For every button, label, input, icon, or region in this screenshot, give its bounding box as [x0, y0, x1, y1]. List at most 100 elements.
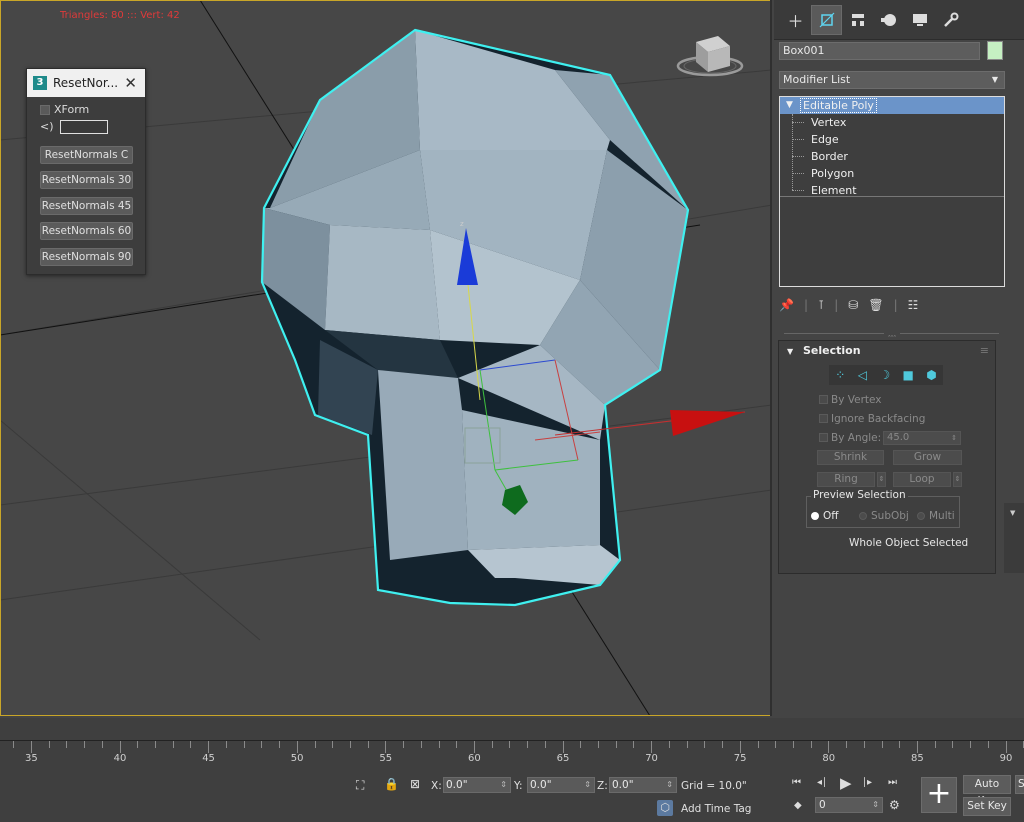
- play-icon[interactable]: ▶: [840, 774, 852, 792]
- selection-rollout-header[interactable]: ▼ Selection ≡: [779, 341, 995, 361]
- key-mode-icon[interactable]: ◆: [794, 800, 802, 811]
- make-unique-icon[interactable]: ⛁: [848, 298, 858, 312]
- add-time-tag[interactable]: Add Time Tag: [681, 803, 751, 815]
- edge-mode-icon[interactable]: ◁: [858, 368, 867, 382]
- grip-icon: ≡: [979, 344, 989, 357]
- go-to-end-icon[interactable]: ⏭: [888, 777, 897, 788]
- pin-stack-icon[interactable]: 📌: [779, 298, 794, 312]
- preview-multi-option[interactable]: Multi: [917, 510, 955, 522]
- ignore-backfacing-label: Ignore Backfacing: [831, 413, 926, 425]
- object-color-swatch[interactable]: [987, 41, 1003, 60]
- loop-spinner-icon[interactable]: ⇕: [953, 472, 962, 487]
- ignore-backfacing-option[interactable]: Ignore Backfacing: [819, 413, 925, 425]
- timeline[interactable]: 35 40 45 50 55 60 65 70 75 80 85 90: [0, 718, 1024, 768]
- stack-item-border[interactable]: Border: [780, 148, 1004, 165]
- stack-item-polygon[interactable]: Polygon: [780, 165, 1004, 182]
- stack-item-editable-poly[interactable]: ▼ Editable Poly: [780, 97, 1004, 114]
- object-name-field[interactable]: Box001: [779, 42, 980, 60]
- by-angle-option[interactable]: By Angle:: [819, 432, 881, 444]
- angle-spinner[interactable]: 45.0 ⇕: [883, 431, 961, 445]
- ignore-backfacing-checkbox[interactable]: [819, 414, 828, 423]
- time-tick: [31, 741, 32, 753]
- selected-keys-filter[interactable]: S: [1015, 775, 1024, 794]
- time-configuration-icon[interactable]: ⚙: [889, 798, 900, 812]
- time-tick: [722, 741, 724, 748]
- time-tick: [792, 741, 794, 748]
- by-vertex-checkbox[interactable]: [819, 395, 828, 404]
- spinner-arrows-icon: ⇕: [951, 434, 957, 442]
- preview-subobj-option[interactable]: SubObj: [859, 510, 909, 522]
- by-angle-checkbox[interactable]: [819, 433, 828, 442]
- lock-icon[interactable]: 🔒: [384, 777, 399, 791]
- close-icon[interactable]: ✕: [124, 74, 137, 92]
- motion-icon[interactable]: [873, 5, 904, 35]
- display-icon[interactable]: [904, 5, 935, 35]
- auto-key-button[interactable]: Auto Key: [963, 775, 1011, 807]
- reset-normals-30-button[interactable]: ResetNormals 30: [40, 171, 133, 189]
- shrink-button[interactable]: Shrink: [817, 450, 884, 465]
- next-frame-icon[interactable]: ∣▸: [862, 777, 872, 788]
- reset-normals-c-button[interactable]: ResetNormals C: [40, 146, 133, 164]
- time-ruler[interactable]: 35 40 45 50 55 60 65 70 75 80 85 90: [0, 740, 1024, 766]
- reset-normals-45-button[interactable]: ResetNormals 45: [40, 197, 133, 215]
- expand-icon[interactable]: ▼: [786, 97, 793, 114]
- xform-row[interactable]: XForm: [27, 101, 145, 118]
- time-tag-icon[interactable]: ⬡: [657, 800, 673, 816]
- grid-size: Grid = 10.0": [681, 780, 747, 792]
- grow-button[interactable]: Grow: [893, 450, 962, 465]
- time-tick: [66, 741, 68, 748]
- configure-modifier-sets-icon[interactable]: ☷: [908, 298, 919, 312]
- time-tick: [527, 741, 529, 748]
- z-coordinate-field[interactable]: 0.0" ⇕: [609, 777, 677, 793]
- loop-button[interactable]: Loop: [893, 472, 951, 487]
- reset-normals-60-button[interactable]: ResetNormals 60: [40, 222, 133, 240]
- rollout-divider[interactable]: ꞈꞈꞈ: [784, 328, 999, 337]
- vertex-mode-icon[interactable]: ⁘: [835, 368, 845, 382]
- radio-selected-icon[interactable]: [811, 512, 819, 520]
- radio-icon[interactable]: [917, 512, 925, 520]
- stack-item-vertex[interactable]: Vertex: [780, 114, 1004, 131]
- x-coordinate-field[interactable]: 0.0" ⇕: [443, 777, 511, 793]
- remove-modifier-icon[interactable]: 🗑: [868, 298, 883, 312]
- stack-item-element[interactable]: Element: [780, 182, 1004, 199]
- current-frame-field[interactable]: 0 ⇕: [815, 797, 883, 813]
- set-keys-button[interactable]: +: [921, 777, 957, 813]
- time-tick: [119, 741, 121, 753]
- element-mode-icon[interactable]: ⬢: [926, 368, 936, 382]
- panel-scroll-strip[interactable]: ▼: [1004, 503, 1024, 573]
- ring-button[interactable]: Ring: [817, 472, 875, 487]
- previous-frame-icon[interactable]: ◂∣: [817, 777, 827, 788]
- time-tick: [13, 741, 15, 748]
- edit-row: <): [27, 118, 145, 135]
- utilities-icon[interactable]: [935, 5, 966, 35]
- chevron-down-icon[interactable]: ▼: [1010, 509, 1015, 517]
- stack-item-edge[interactable]: Edge: [780, 131, 1004, 148]
- y-coordinate-field[interactable]: 0.0" ⇕: [527, 777, 595, 793]
- time-tick: [686, 741, 688, 748]
- dialog-titlebar[interactable]: 3 ResetNor... ✕: [27, 69, 145, 97]
- value-input[interactable]: [59, 119, 108, 134]
- modify-icon[interactable]: [811, 4, 842, 35]
- show-end-result-icon[interactable]: ⊺: [818, 298, 824, 312]
- modifier-stack[interactable]: ▼ Editable Poly Vertex Edge Border Polyg…: [779, 96, 1005, 287]
- preview-off-option[interactable]: Off: [811, 510, 839, 522]
- time-label: 40: [113, 753, 127, 764]
- xform-checkbox[interactable]: [40, 104, 50, 115]
- time-tick: [509, 741, 511, 748]
- reset-normals-90-button[interactable]: ResetNormals 90: [40, 248, 133, 266]
- create-icon[interactable]: ＋: [780, 5, 811, 35]
- set-key-button[interactable]: Set Key: [963, 797, 1011, 816]
- ring-spinner-icon[interactable]: ⇕: [877, 472, 886, 487]
- time-tick: [332, 741, 334, 748]
- radio-icon[interactable]: [859, 512, 867, 520]
- go-to-start-icon[interactable]: ⏮: [792, 777, 801, 788]
- polygon-mode-icon[interactable]: ■: [903, 368, 914, 382]
- viewcube: [676, 36, 744, 77]
- modifier-list-dropdown[interactable]: Modifier List ▼: [779, 71, 1005, 89]
- border-mode-icon[interactable]: ☽: [879, 368, 890, 382]
- hierarchy-icon[interactable]: [842, 5, 873, 35]
- absolute-mode-icon[interactable]: ⊠: [410, 777, 420, 791]
- time-tick: [881, 741, 883, 748]
- by-vertex-option[interactable]: By Vertex: [819, 394, 882, 406]
- selection-lock-icon[interactable]: ⛶: [356, 778, 364, 793]
